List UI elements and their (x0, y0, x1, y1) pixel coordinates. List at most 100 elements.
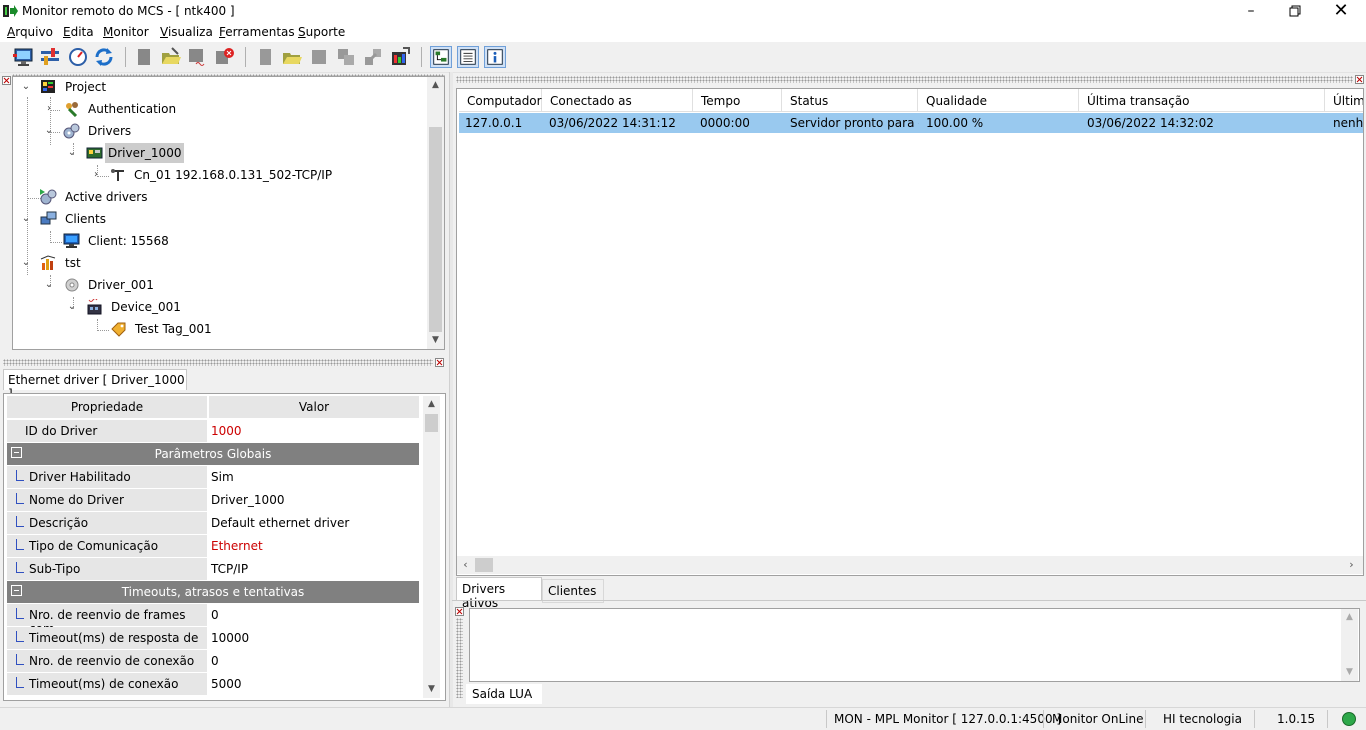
collapse-icon[interactable]: ⌄ (21, 209, 31, 229)
property-row-reconnect[interactable]: Nro. de reenvio de conexão 0 (7, 650, 419, 673)
scroll-up-icon[interactable]: ▲ (423, 396, 440, 413)
column-header[interactable]: Conectado as (542, 89, 693, 112)
column-header[interactable]: Computador (459, 89, 542, 112)
tree-node-tst[interactable]: ⌄ tst (21, 253, 421, 273)
compile-icon[interactable] (389, 46, 411, 68)
open-file-icon[interactable] (281, 46, 303, 68)
scroll-thumb[interactable] (429, 127, 442, 332)
tree-node-connection[interactable]: › Cn_01 192.168.0.131_502-TCP/IP (91, 165, 431, 185)
tree-view-icon[interactable] (430, 46, 452, 68)
scroll-up-icon[interactable]: ▲ (1341, 609, 1358, 626)
property-row-timeout-connection[interactable]: Timeout(ms) de conexão 5000 (7, 673, 419, 696)
collapse-icon[interactable]: ⌄ (44, 121, 54, 141)
menu-ferramentas[interactable]: Ferramentas (219, 25, 295, 39)
collapse-icon[interactable]: ⌄ (21, 77, 31, 97)
lua-scrollbar[interactable]: ▲ ▼ (1341, 609, 1358, 681)
property-row-description[interactable]: Descrição Default ethernet driver (7, 512, 419, 535)
menu-arquivo[interactable]: Arquivo (7, 25, 53, 39)
list-view-icon[interactable] (457, 46, 479, 68)
save-file-icon[interactable] (308, 46, 330, 68)
monitor-icon[interactable] (13, 46, 35, 68)
tree-node-active-drivers[interactable]: Active drivers (21, 187, 421, 207)
property-row-name[interactable]: Nome do Driver Driver_1000 (7, 489, 419, 512)
property-group-timeouts[interactable]: Timeouts, atrasos e tentativas (7, 581, 419, 603)
tree-node-drivers[interactable]: ⌄ Drivers (44, 121, 424, 141)
column-header[interactable]: Últim (1325, 89, 1363, 112)
column-header[interactable]: Qualidade (918, 89, 1079, 112)
menu-suporte[interactable]: Suporte (298, 25, 345, 39)
tree-node-test-tag[interactable]: Test Tag_001 (91, 319, 431, 339)
property-row-comm-type[interactable]: Tipo de Comunicação Ethernet (7, 535, 419, 558)
property-value[interactable]: 5000 (211, 677, 242, 691)
property-row-subtype[interactable]: Sub-Tipo TCP/IP (7, 558, 419, 581)
property-value[interactable]: Sim (211, 470, 234, 484)
menu-monitor[interactable]: Monitor (103, 25, 149, 39)
property-group-global[interactable]: Parâmetros Globais (7, 443, 419, 465)
property-value[interactable]: 10000 (211, 631, 249, 645)
lua-panel-grip[interactable] (456, 618, 463, 698)
tree-node-driver-1000[interactable]: ⌄ Driver_1000 (67, 143, 427, 163)
table-panel-grip[interactable] (456, 76, 1353, 83)
scroll-down-icon[interactable]: ▼ (423, 681, 440, 698)
lua-close-icon[interactable] (455, 607, 464, 616)
tree-node-clients[interactable]: ⌄ Clients (21, 209, 421, 229)
tree-node-authentication[interactable]: › Authentication (44, 99, 424, 119)
tree-node-device-001[interactable]: ⌄ Device_001 (67, 297, 427, 317)
copy-icon[interactable] (335, 46, 357, 68)
property-row-driver-id[interactable]: ID do Driver 1000 (7, 420, 419, 443)
scroll-up-icon[interactable]: ▲ (427, 77, 444, 94)
properties-scrollbar[interactable]: ▲ ▼ (423, 396, 440, 698)
column-header-value[interactable]: Valor (209, 396, 419, 418)
scroll-thumb[interactable] (425, 414, 438, 432)
cut-icon[interactable] (362, 46, 384, 68)
properties-tab[interactable]: Ethernet driver [ Driver_1000 ] (3, 369, 187, 401)
collapse-icon[interactable]: ⌄ (67, 297, 77, 317)
scroll-left-icon[interactable]: ‹ (457, 556, 474, 574)
menu-edita[interactable]: Edita (63, 25, 94, 39)
restore-icon[interactable] (1272, 0, 1318, 23)
stop-icon[interactable] (213, 46, 235, 68)
open-folder-icon[interactable] (160, 46, 182, 68)
property-value[interactable]: 0 (211, 654, 219, 668)
scroll-down-icon[interactable]: ▼ (427, 332, 444, 349)
scroll-right-icon[interactable]: › (1343, 556, 1360, 574)
scroll-down-icon[interactable]: ▼ (1341, 664, 1358, 681)
save-icon[interactable] (186, 46, 208, 68)
property-row-resend[interactable]: Nro. de reenvio de frames com 0 (7, 604, 419, 636)
column-header[interactable]: Status (782, 89, 918, 112)
expand-icon[interactable]: › (44, 99, 54, 119)
property-value[interactable]: 1000 (211, 424, 242, 438)
properties-panel-grip[interactable] (3, 359, 433, 366)
table-h-scrollbar[interactable]: ‹ › (457, 556, 1363, 574)
collapse-icon[interactable]: ⌄ (67, 143, 77, 163)
expand-icon[interactable]: › (91, 165, 101, 185)
property-value[interactable]: Driver_1000 (211, 493, 284, 507)
vertical-splitter[interactable] (449, 72, 453, 707)
property-row-timeout-response[interactable]: Timeout(ms) de resposta de 10000 (7, 627, 419, 650)
collapse-icon[interactable]: ⌄ (21, 253, 31, 273)
lua-output[interactable]: ▲ ▼ (469, 608, 1360, 682)
tree-node-project[interactable]: ⌄ Project (21, 77, 421, 97)
speedometer-icon[interactable] (67, 46, 89, 68)
configure-icon[interactable] (39, 46, 61, 68)
property-value[interactable]: 0 (211, 608, 219, 622)
info-icon[interactable] (484, 46, 506, 68)
tree-close-icon[interactable] (2, 76, 11, 85)
property-value[interactable]: Default ethernet driver (211, 516, 349, 530)
column-header[interactable]: Última transação (1079, 89, 1325, 112)
new-file-icon[interactable] (254, 46, 276, 68)
collapse-icon[interactable]: ⌄ (44, 275, 54, 295)
refresh-icon[interactable] (93, 46, 115, 68)
property-row-enabled[interactable]: Driver Habilitado Sim (7, 466, 419, 489)
tree-node-driver-001[interactable]: ⌄ Driver_001 (44, 275, 424, 295)
property-value[interactable]: Ethernet (211, 539, 263, 553)
new-document-icon[interactable] (133, 46, 155, 68)
menu-visualiza[interactable]: Visualiza (160, 25, 213, 39)
table-close-icon[interactable] (1355, 75, 1364, 84)
scroll-thumb[interactable] (475, 558, 493, 572)
tab-saida-lua[interactable]: Saída LUA (466, 684, 542, 704)
tab-drivers-ativos[interactable]: Drivers ativos (456, 577, 542, 610)
column-header[interactable]: Tempo (693, 89, 782, 112)
column-header-property[interactable]: Propriedade (7, 396, 208, 418)
property-value[interactable]: TCP/IP (211, 562, 248, 576)
